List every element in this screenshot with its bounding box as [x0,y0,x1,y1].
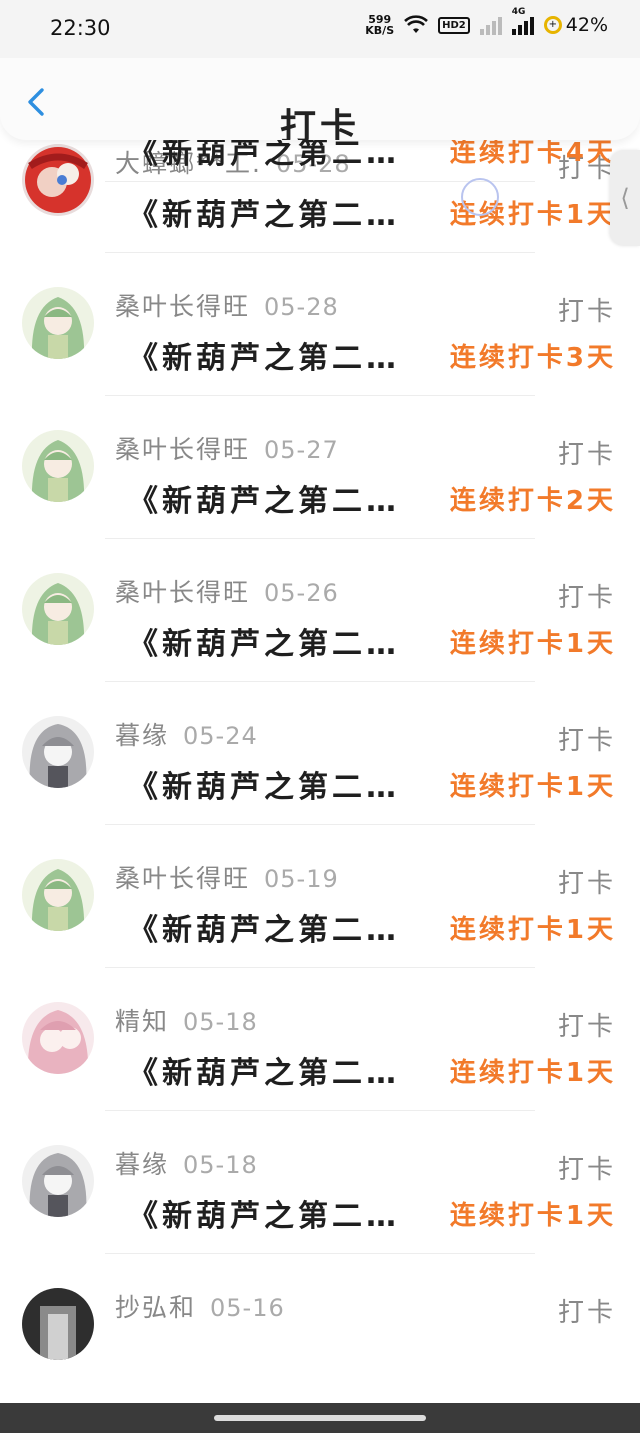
action-label: 打卡 [557,1012,616,1042]
battery-percent: 42% [565,14,608,36]
list-item[interactable]: 桑叶长得旺 05-27 打卡 《新葫芦之第二… 连续打卡2天 [0,396,640,539]
streak-label: 连续打卡2天 [449,486,616,516]
action-label: 打卡 [557,440,616,470]
book-title[interactable]: 《新葫芦之第二… [128,619,430,663]
book-title[interactable]: 《新葫芦之第二… [128,762,430,806]
checkin-date: 05-27 [264,436,339,464]
checkin-date: 05-18 [183,1151,258,1179]
status-time: 22:30 [50,16,111,40]
list-item[interactable]: 桑叶长得旺 05-26 打卡 《新葫芦之第二… 连续打卡1天 [0,539,640,682]
avatar[interactable] [22,573,94,645]
book-title[interactable]: 《新葫芦之第二… [128,333,430,377]
list-item[interactable]: 精知 05-18 打卡 《新葫芦之第二… 连续打卡1天 [0,968,640,1111]
avatar-image [22,1002,94,1074]
home-gesture-handle[interactable] [214,1415,426,1421]
book-title[interactable]: 《新葫芦之第二… [128,476,430,520]
checkin-date: 05-24 [183,722,258,750]
action-label: 打卡 [557,297,616,327]
user-name[interactable]: 暮缘 [115,1150,169,1179]
status-bar: 22:30 599 KB/S HD2 4G + 42% [0,0,640,58]
network-type-label: 4G [511,7,526,17]
wifi-icon [404,15,429,33]
avatar-image [22,1145,94,1217]
book-title[interactable]: 《新葫芦之第二… [128,905,430,949]
side-drawer-tab[interactable]: ⟨ [610,150,640,246]
avatar-image [22,859,94,931]
avatar[interactable] [22,1288,94,1360]
streak-label: 连续打卡1天 [449,915,616,945]
list-item[interactable]: 抄弘和 05-16 打卡 [0,1254,640,1397]
avatar[interactable] [22,859,94,931]
system-nav-bar [0,1403,640,1433]
header-bar: 打卡 [0,54,640,140]
user-name[interactable]: 抄弘和 [115,1293,196,1322]
checkin-date: 05-16 [210,1294,285,1322]
signal-4g: 4G [511,7,534,35]
avatar-image [22,573,94,645]
user-name-line: 桑叶长得旺 05-26 [115,573,339,609]
avatar-image [22,287,94,359]
checkin-date: 05-18 [183,1008,258,1036]
user-name-line: 桑叶长得旺 05-28 [115,287,339,323]
user-name[interactable]: 精知 [115,1007,169,1036]
status-icons: 599 KB/S HD2 4G + 42% [365,7,608,36]
signal-4g-icon [511,15,534,35]
checkin-date: 05-28 [264,293,339,321]
action-label: 打卡 [557,869,616,899]
avatar-image [22,716,94,788]
user-name-line: 桑叶长得旺 05-19 [115,859,339,895]
avatar[interactable] [22,287,94,359]
battery: + 42% [543,14,608,36]
book-title[interactable]: 《新葫芦之第二… [128,190,430,234]
page-title: 打卡 [279,107,360,140]
user-name[interactable]: 桑叶长得旺 [115,578,250,607]
action-label: 打卡 [557,1298,616,1328]
user-name[interactable]: 桑叶长得旺 [115,435,250,464]
checkin-date: 05-19 [264,865,339,893]
avatar[interactable] [22,716,94,788]
user-name[interactable]: 暮缘 [115,721,169,750]
user-name-line: 桑叶长得旺 05-27 [115,430,339,466]
list-item[interactable]: 桑叶长得旺 05-19 打卡 《新葫芦之第二… 连续打卡1天 [0,825,640,968]
loading-indicator [461,178,499,216]
user-name[interactable]: 桑叶长得旺 [115,292,250,321]
hd-badge: HD2 [438,16,470,34]
battery-icon: + [543,16,562,34]
streak-label: 连续打卡1天 [449,629,616,659]
net-speed-unit: KB/S [365,24,395,37]
action-label: 打卡 [557,1155,616,1185]
streak-label: 连续打卡3天 [449,343,616,373]
user-name-line: 暮缘 05-24 [115,716,258,752]
checkin-list: 大蟑螂**工. 05-28 打卡 《新葫芦之第二… 连续打卡1天 桑叶长得旺 05-… [0,110,640,1397]
checkin-date: 05-26 [264,579,339,607]
streak-label: 连续打卡1天 [449,1201,616,1231]
streak-label: 连续打卡1天 [449,1058,616,1088]
net-speed: 599 KB/S [365,14,394,36]
avatar[interactable] [22,430,94,502]
list-item[interactable]: 桑叶长得旺 05-28 打卡 《新葫芦之第二… 连续打卡3天 [0,253,640,396]
user-name[interactable]: 桑叶长得旺 [115,864,250,893]
book-title[interactable]: 《新葫芦之第二… [128,1048,430,1092]
list-item[interactable]: 暮缘 05-18 打卡 《新葫芦之第二… 连续打卡1天 [0,1111,640,1254]
action-label: 打卡 [557,583,616,613]
user-name-line: 暮缘 05-18 [115,1145,258,1181]
side-tab-chevron-icon: ⟨ [620,184,630,212]
streak-label: 连续打卡1天 [449,772,616,802]
avatar[interactable] [22,1002,94,1074]
list-item[interactable]: 暮缘 05-24 打卡 《新葫芦之第二… 连续打卡1天 [0,682,640,825]
book-title[interactable]: 《新葫芦之第二… [128,1191,430,1235]
avatar-image [22,430,94,502]
action-label: 打卡 [557,726,616,756]
avatar-image [22,1288,94,1360]
signal-icon [479,15,502,35]
user-name-line: 抄弘和 05-16 [115,1288,285,1324]
user-name-line: 精知 05-18 [115,1002,258,1038]
avatar[interactable] [22,1145,94,1217]
